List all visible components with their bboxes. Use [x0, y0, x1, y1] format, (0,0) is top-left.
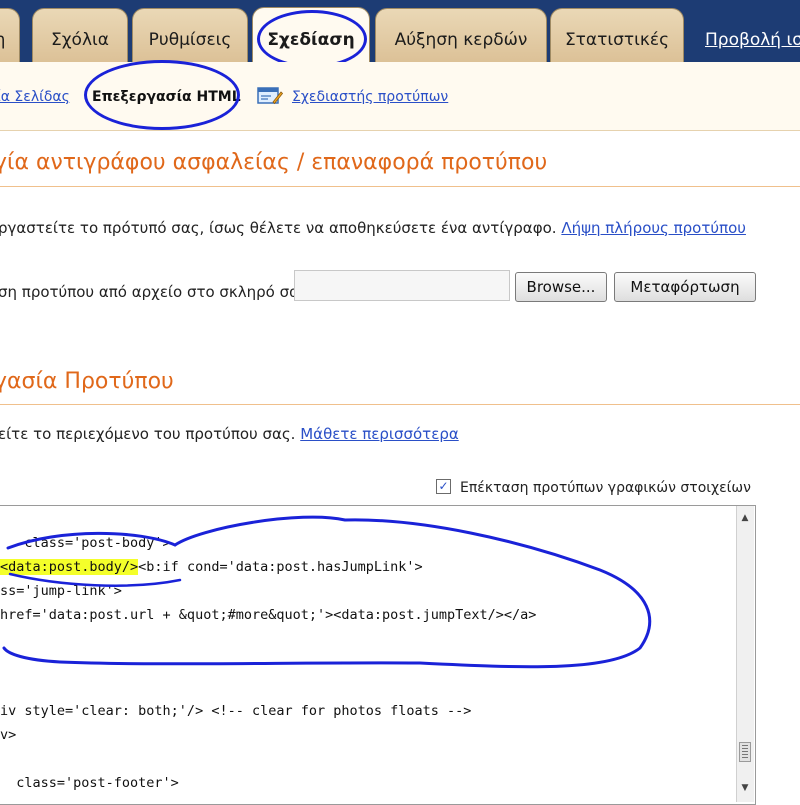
tab-label: Αύξηση κερδών: [394, 29, 528, 50]
template-file-input[interactable]: [294, 270, 510, 301]
tab-label: Στατιστικές: [564, 29, 670, 50]
code-line-rest: <b:if cond='data:post.hasJumpLink'>: [138, 559, 423, 575]
subtab-page-elements[interactable]: ία Σελίδας: [0, 89, 70, 105]
subtab-edit-html[interactable]: Επεξεργασία HTML: [92, 89, 241, 105]
subtab-bar: ία Σελίδας Επεξεργασία HTML Σχεδιαστής π…: [0, 62, 800, 131]
highlighted-post-body-tag: <data:post.body/>: [0, 559, 139, 575]
template-designer-icon: [257, 87, 283, 105]
upload-label: ση προτύπου από αρχείο στο σκληρό σας:: [0, 283, 313, 301]
view-blog-link[interactable]: Προβολή ισ: [705, 30, 800, 50]
tab-label: Ρυθμίσεις: [148, 29, 232, 50]
scroll-up-arrow-icon[interactable]: ▲: [739, 512, 751, 524]
code-line: class='post-body'>: [0, 535, 171, 551]
expand-widgets-label: Επέκταση προτύπων γραφικών στοιχείων: [460, 480, 751, 496]
section-divider: [0, 404, 800, 405]
edit-intro-text: είτε το περιεχόμενο του προτύπου σας.: [0, 425, 296, 443]
tab-stats[interactable]: Στατιστικές: [550, 8, 684, 62]
code-line: class='post-footer'>: [0, 775, 179, 791]
section-divider: [0, 186, 800, 187]
backup-intro-text: ργαστείτε το πρότυπό σας, ίσως θέλετε να…: [0, 219, 557, 237]
tab-monetize[interactable]: Αύξηση κερδών: [375, 8, 547, 62]
top-nav-bar: η Σχόλια Ρυθμίσεις Σχεδίαση Αύξηση κερδώ…: [0, 0, 800, 63]
edit-intro: είτε το περιεχόμενο του προτύπου σας. Μά…: [0, 425, 459, 443]
subtab-template-designer[interactable]: Σχεδιαστής προτύπων: [292, 89, 448, 105]
scroll-grip-icon: [742, 745, 748, 759]
tab-settings[interactable]: Ρυθμίσεις: [132, 8, 248, 62]
backup-intro: ργαστείτε το πρότυπό σας, ίσως θέλετε να…: [0, 219, 746, 237]
expand-widgets-checkbox[interactable]: ✓: [436, 479, 451, 494]
learn-more-link[interactable]: Μάθετε περισσότερα: [300, 425, 459, 443]
code-line: ss='jump-link'>: [0, 583, 122, 599]
upload-button[interactable]: Μεταφόρτωση: [614, 272, 756, 302]
tab-label: Σχόλια: [51, 29, 109, 50]
edit-section-title: γασία Προτύπου: [0, 369, 174, 394]
download-template-link[interactable]: Λήψη πλήρους προτύπου: [561, 219, 746, 237]
code-line: v>: [0, 727, 17, 743]
code-line: href='data:post.url + &quot;#more&quot;'…: [0, 607, 537, 623]
tab-comments[interactable]: Σχόλια: [32, 8, 128, 62]
browse-button[interactable]: Browse...: [515, 272, 607, 302]
tab-start[interactable]: η: [0, 8, 20, 62]
tab-label: Σχεδίαση: [267, 29, 355, 50]
tab-label: η: [0, 30, 5, 50]
tab-design[interactable]: Σχεδίαση: [252, 7, 370, 63]
code-line: <data:post.body/><b:if cond='data:post.h…: [0, 559, 423, 575]
backup-section-title: γία αντιγράφου ασφαλείας / επαναφορά προ…: [0, 150, 548, 175]
code-line: iv style='clear: both;'/> <!-- clear for…: [0, 703, 472, 719]
scroll-down-arrow-icon[interactable]: ▼: [739, 782, 751, 794]
